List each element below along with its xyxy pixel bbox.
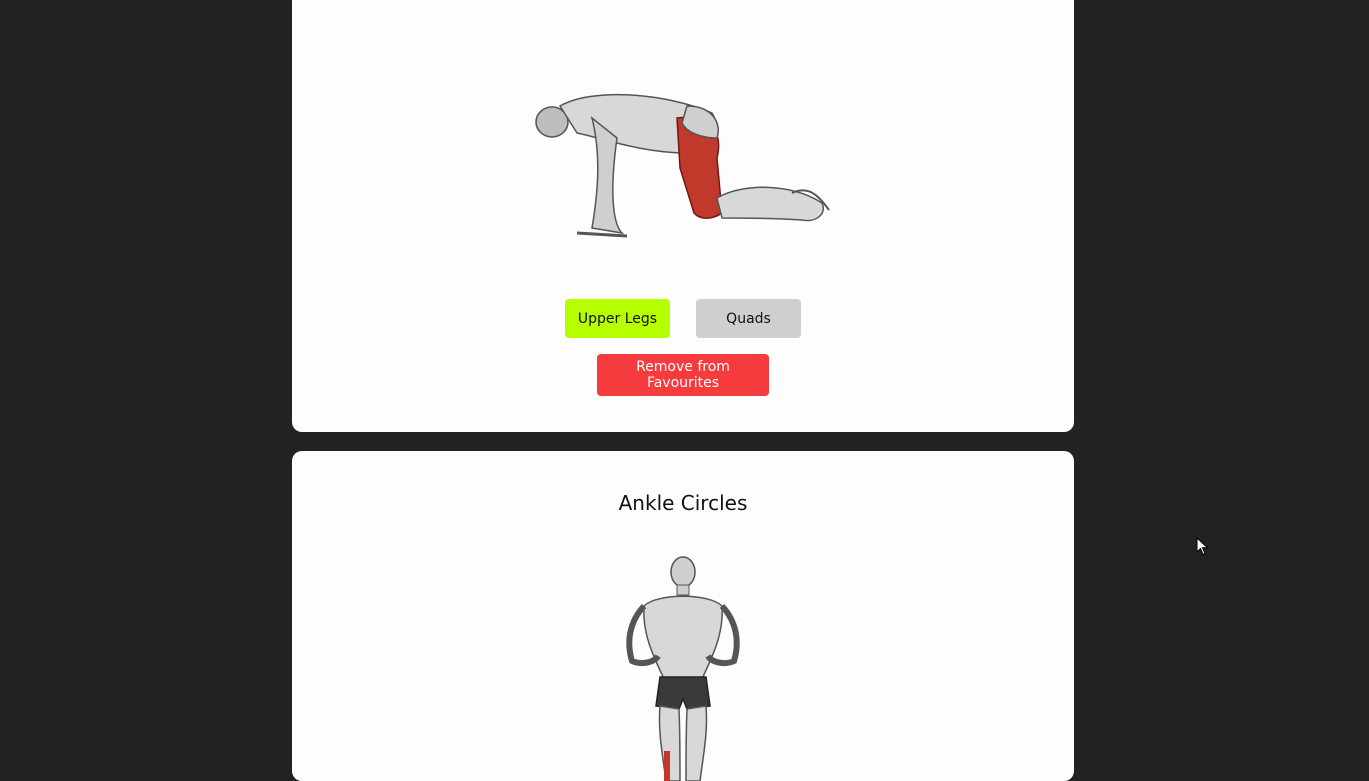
exercise-card: Upper Legs Quads Remove from Favourites xyxy=(292,0,1074,432)
standing-exercise-figure xyxy=(626,556,740,781)
kneeling-exercise-figure xyxy=(535,93,830,238)
body-part-tag[interactable]: Upper Legs xyxy=(565,299,670,338)
mouse-pointer-icon xyxy=(1196,537,1209,556)
target-muscle-tag[interactable]: Quads xyxy=(696,299,801,338)
remove-from-favourites-button[interactable]: Remove from Favourites xyxy=(597,354,769,396)
exercise-card: Ankle Circles xyxy=(292,451,1074,781)
